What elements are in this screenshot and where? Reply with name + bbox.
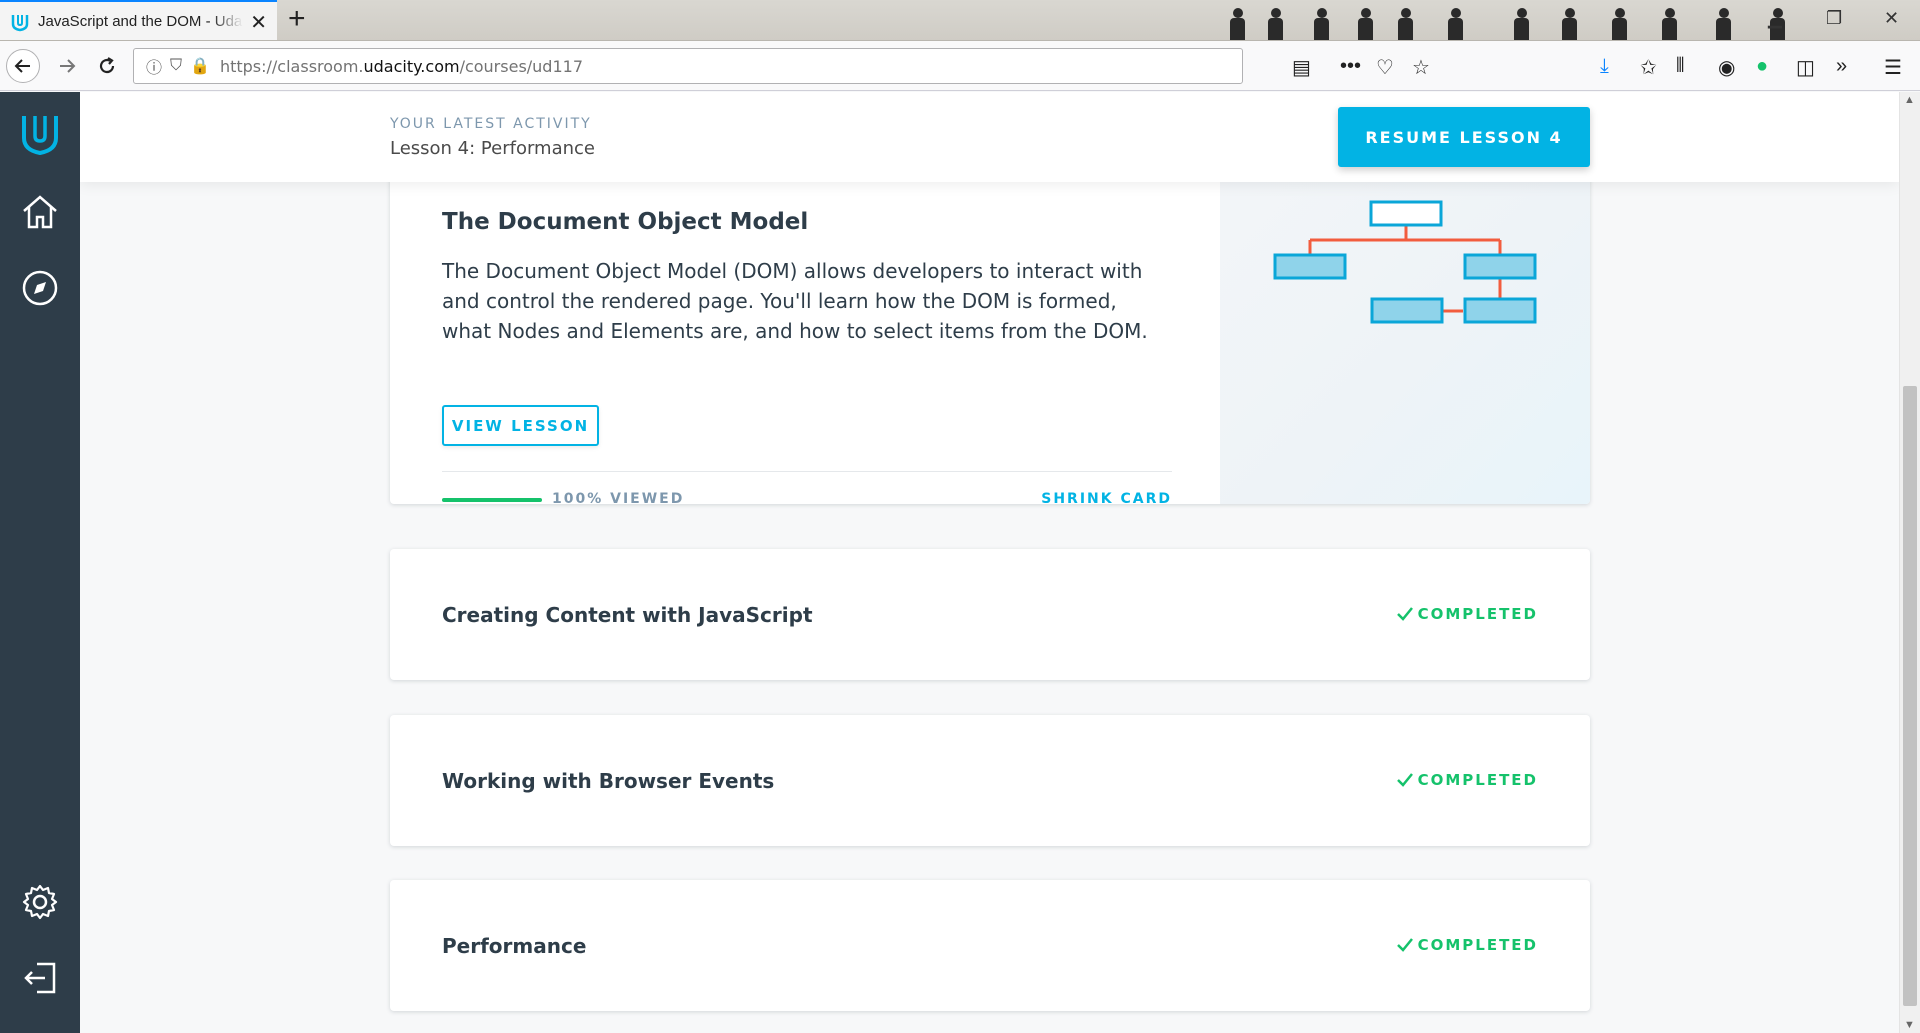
view-lesson-button[interactable]: VIEW LESSON <box>442 405 599 446</box>
tab-close-icon[interactable]: ✕ <box>250 10 267 35</box>
lesson-title: The Document Object Model <box>442 209 809 235</box>
address-bar[interactable]: ⓘ ⛉ 🔒 https://classroom.udacity.com/cour… <box>133 48 1243 84</box>
restore-icon[interactable]: ❐ <box>1826 8 1842 29</box>
new-tab-icon[interactable]: + <box>288 4 306 34</box>
checkmark-icon <box>1396 773 1413 787</box>
tab-title: JavaScript and the DOM - Udacity <box>38 13 243 30</box>
lesson-description: The Document Object Model (DOM) allows d… <box>442 259 1148 343</box>
scroll-down-icon[interactable]: ▼ <box>1904 1019 1915 1031</box>
bookmark-star-icon[interactable]: ☆ <box>1412 55 1430 80</box>
bookmarks-star-icon[interactable]: ✩ <box>1640 55 1657 80</box>
gear-icon <box>22 884 58 920</box>
url-text: https://classroom.udacity.com/courses/ud… <box>219 56 583 76</box>
latest-activity-eyebrow: YOUR LATEST ACTIVITY <box>390 116 592 132</box>
main-content: YOUR LATEST ACTIVITY Lesson 4: Performan… <box>80 92 1899 1033</box>
browser-nav-bar: ⓘ ⛉ 🔒 https://classroom.udacity.com/cour… <box>0 41 1920 91</box>
download-icon[interactable]: ⤓ <box>1600 55 1609 78</box>
latest-activity-text: Lesson 4: Performance <box>390 138 595 159</box>
lesson-card-title: Performance <box>442 934 587 958</box>
forward-button[interactable] <box>50 49 84 83</box>
lesson-card[interactable]: Working with Browser Events COMPLETED <box>390 715 1590 846</box>
arrow-right-icon <box>60 59 76 73</box>
completed-status: COMPLETED <box>1396 771 1538 789</box>
reader-view-icon[interactable]: ▤ <box>1292 55 1311 80</box>
browser-tab[interactable]: JavaScript and the DOM - Udacity ✕ <box>0 0 277 40</box>
udacity-logo-link[interactable] <box>16 110 64 158</box>
lesson-card[interactable]: Creating Content with JavaScript COMPLET… <box>390 549 1590 680</box>
home-icon <box>23 195 57 229</box>
checkmark-icon <box>1396 938 1413 952</box>
compass-icon <box>22 270 58 306</box>
checkmark-icon <box>1396 607 1413 621</box>
app-sidebar <box>0 92 80 1033</box>
lesson-card-title: Creating Content with JavaScript <box>442 603 813 627</box>
window-close-icon[interactable]: ✕ <box>1884 8 1899 29</box>
lesson-card-title: Working with Browser Events <box>442 769 775 793</box>
info-icon[interactable]: ⓘ <box>146 54 162 78</box>
home-nav-button[interactable] <box>16 188 64 236</box>
lock-icon[interactable]: 🔒 <box>190 56 210 76</box>
minimize-icon[interactable]: ▁ <box>1768 8 1782 29</box>
more-actions-icon[interactable]: ••• <box>1340 55 1361 78</box>
scroll-up-icon[interactable]: ▲ <box>1904 94 1915 106</box>
shrink-card-link[interactable]: SHRINK CARD <box>1041 491 1172 504</box>
sidebar-toggle-icon[interactable]: ◫ <box>1796 55 1815 80</box>
lesson-card[interactable]: Performance COMPLETED <box>390 880 1590 1011</box>
explore-nav-button[interactable] <box>16 264 64 312</box>
reload-button[interactable] <box>90 49 124 83</box>
page-scrollbar[interactable]: ▲ ▼ <box>1899 92 1920 1033</box>
arrow-left-icon <box>14 59 30 73</box>
udacity-logo-icon <box>22 116 58 156</box>
tracking-shield-icon[interactable]: ⛉ <box>170 57 182 75</box>
library-icon[interactable]: ⫴ <box>1676 55 1684 78</box>
grammarly-icon[interactable]: ● <box>1756 55 1768 78</box>
resume-lesson-button[interactable]: RESUME LESSON 4 <box>1338 107 1590 167</box>
overflow-chevron-icon[interactable]: » <box>1836 55 1847 78</box>
extension-icon[interactable]: ◉ <box>1718 55 1735 80</box>
udacity-favicon-icon <box>11 14 29 31</box>
latest-activity-bar: YOUR LATEST ACTIVITY Lesson 4: Performan… <box>80 92 1899 182</box>
logout-icon <box>24 962 56 994</box>
completed-status: COMPLETED <box>1396 605 1538 623</box>
reload-icon <box>99 57 115 74</box>
card-divider <box>442 471 1172 472</box>
logout-nav-button[interactable] <box>16 954 64 1002</box>
progress-bar <box>442 498 542 502</box>
menu-hamburger-icon[interactable]: ☰ <box>1884 55 1902 80</box>
scrollbar-thumb[interactable] <box>1903 386 1917 1006</box>
pocket-icon[interactable]: ♡ <box>1376 55 1394 80</box>
progress-label: 100% VIEWED <box>552 491 685 504</box>
progress-fill <box>442 498 542 502</box>
completed-status: COMPLETED <box>1396 936 1538 954</box>
browser-tab-bar: JavaScript and the DOM - Udacity ✕ + ▁ ❐… <box>0 0 1920 41</box>
settings-nav-button[interactable] <box>16 878 64 926</box>
back-button[interactable] <box>6 49 40 83</box>
